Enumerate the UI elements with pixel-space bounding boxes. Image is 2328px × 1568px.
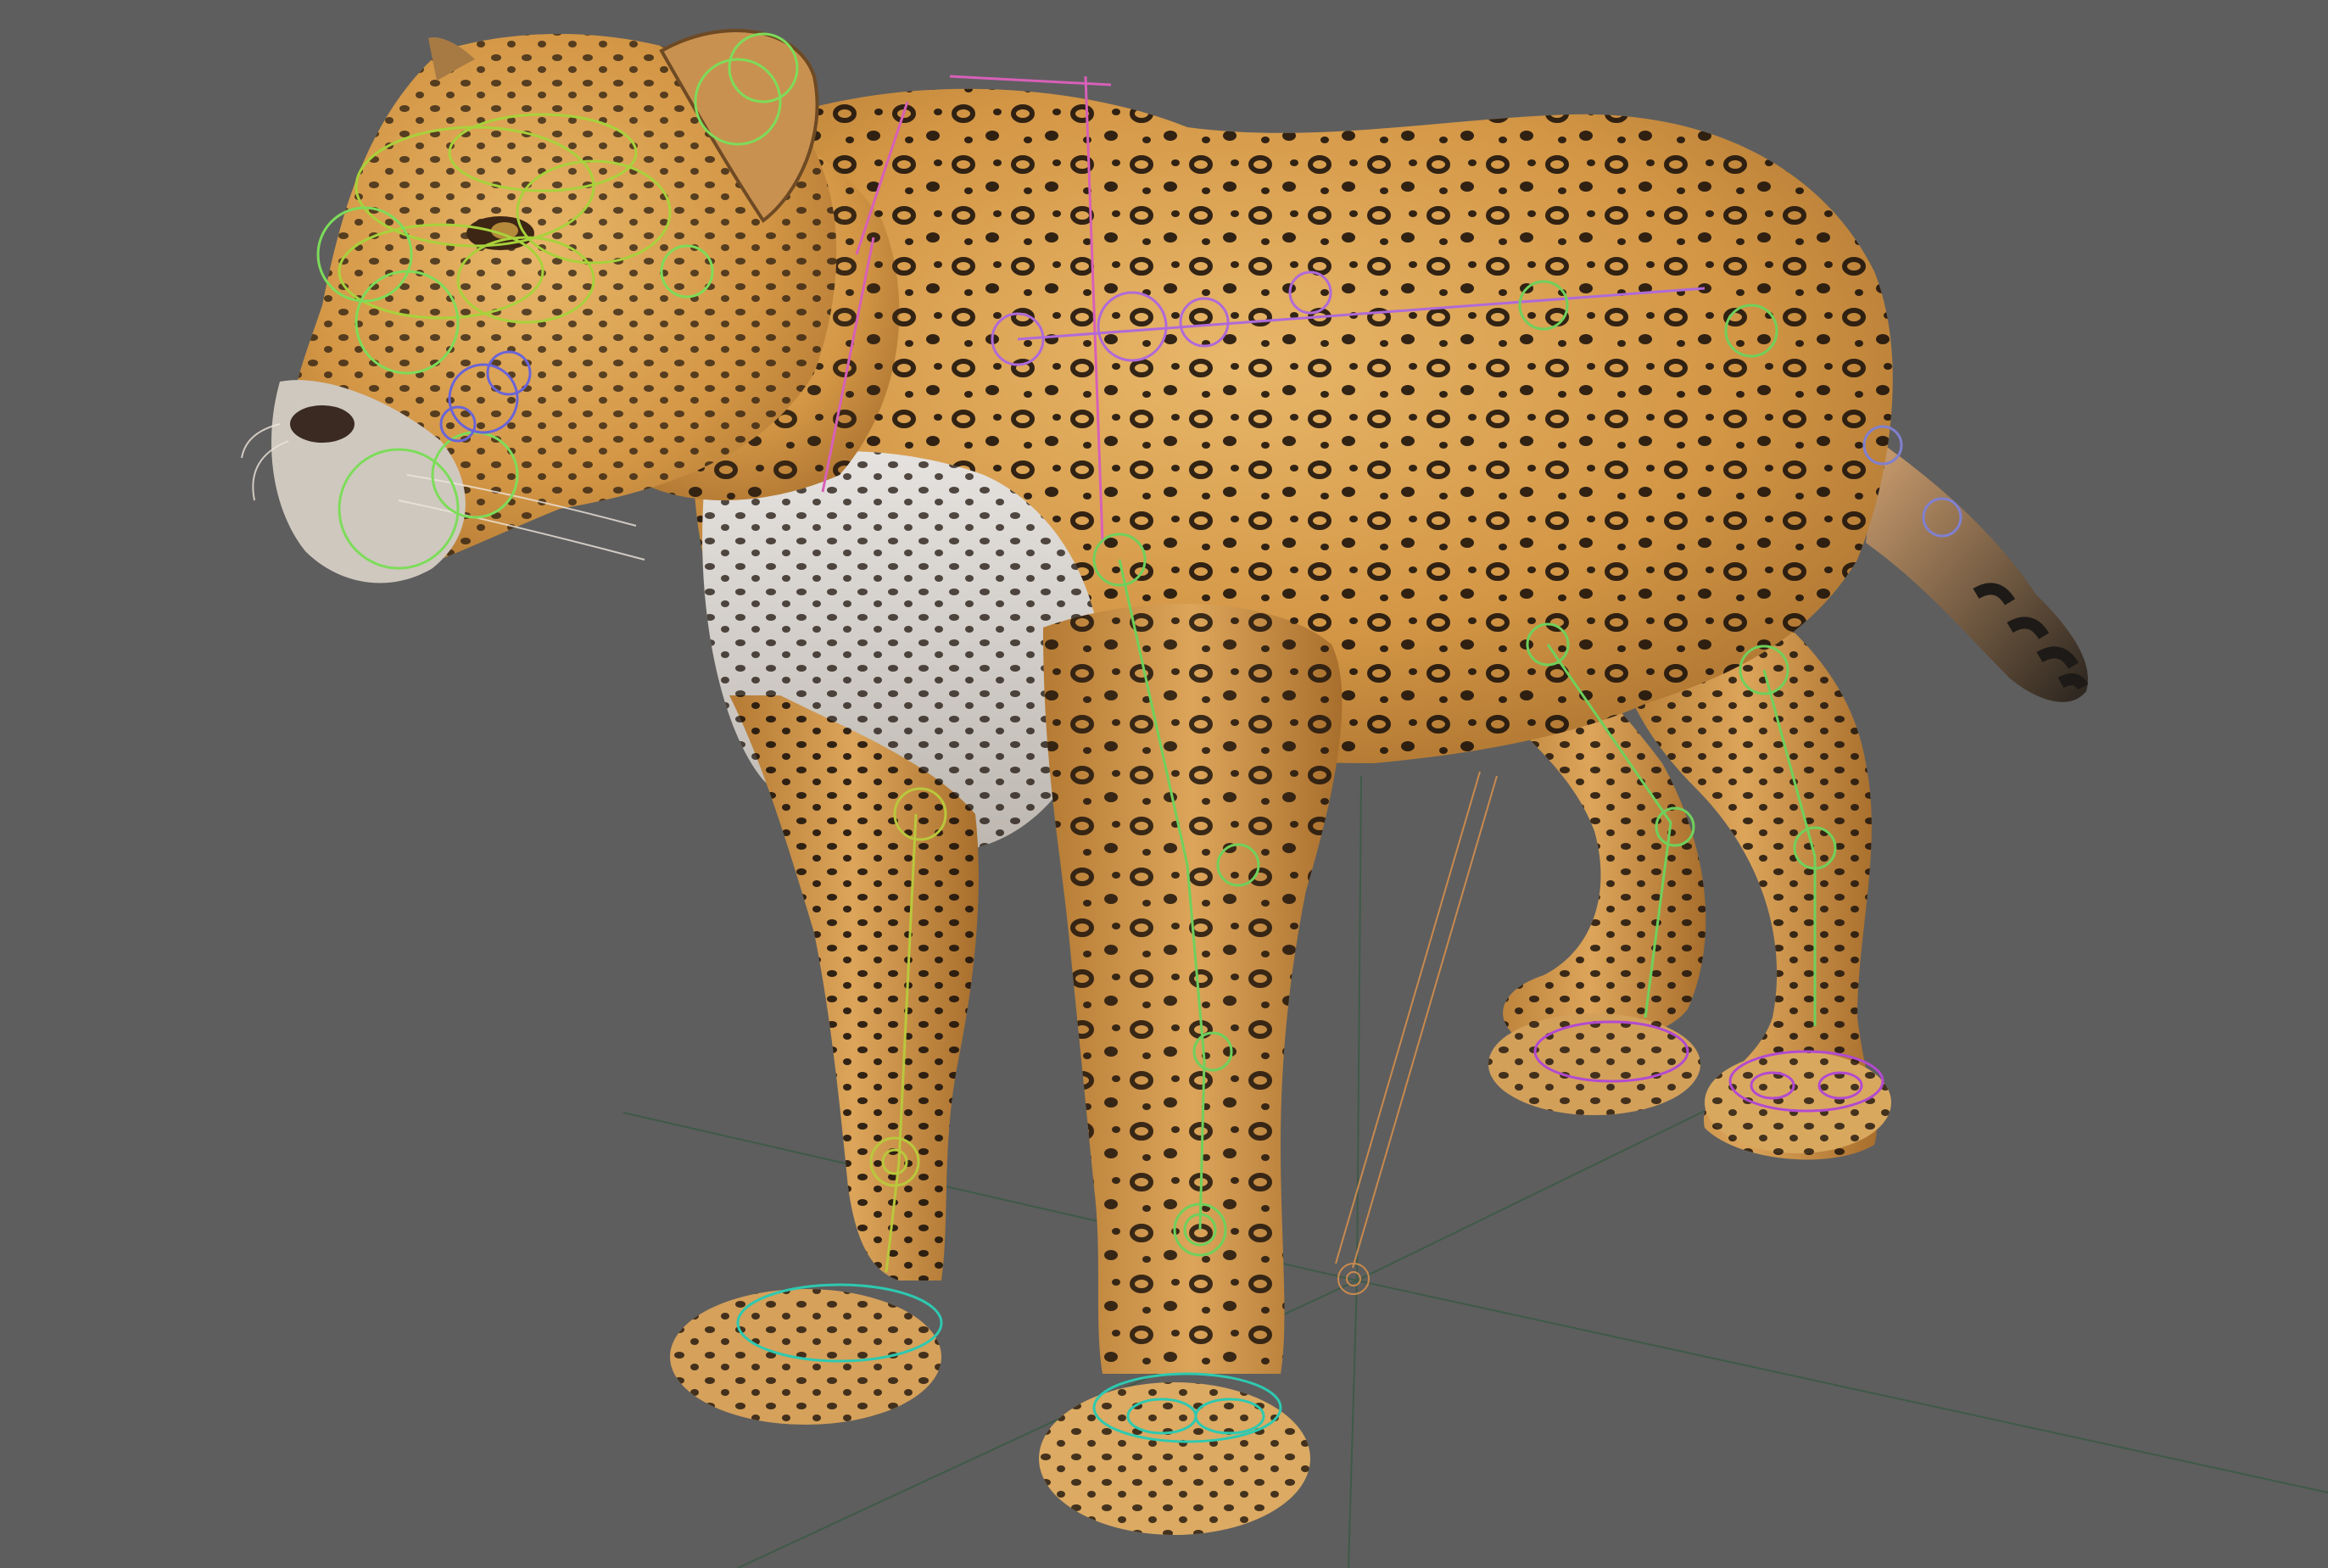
jaguar-tail [1866,441,2088,702]
3d-viewport[interactable] [0,0,2328,1568]
jaguar-nose [290,405,355,443]
viewport-canvas[interactable] [0,0,2328,1568]
jaguar-model[interactable] [241,29,2089,1535]
